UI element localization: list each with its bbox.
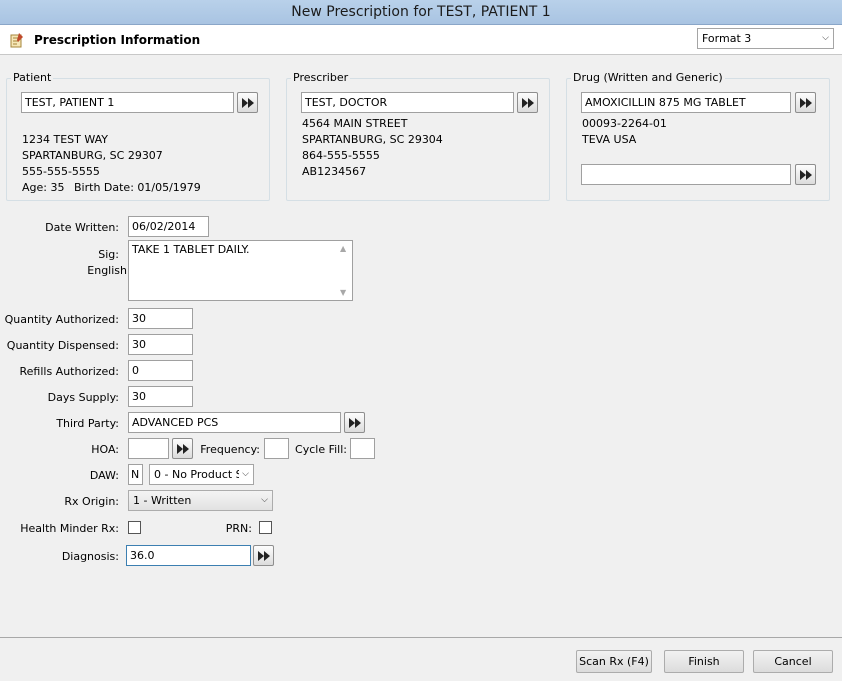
hoa-label: HOA: (91, 443, 119, 456)
date-written-field[interactable]: 06/02/2014 (128, 216, 209, 237)
diagnosis-lookup-button[interactable] (253, 545, 274, 566)
days-supply-label: Days Supply: (47, 391, 119, 404)
qty-authorized-label: Quantity Authorized: (4, 313, 119, 326)
rx-origin-select-value: 1 - Written (133, 494, 192, 507)
cycle-fill-label: Cycle Fill: (295, 443, 347, 456)
daw-label: DAW: (89, 469, 119, 482)
scroll-down-icon[interactable]: ▼ (340, 288, 346, 297)
fast-forward-icon (800, 170, 812, 180)
third-party-lookup-button[interactable] (344, 412, 365, 433)
drug-ndc: 00093-2264-01 (582, 117, 667, 130)
frequency-label: Frequency: (200, 443, 260, 456)
rx-origin-select[interactable]: 1 - Written ⌵ (128, 490, 273, 511)
daw-select-value: 0 - No Product Se (154, 468, 250, 481)
prescription-icon (9, 32, 25, 48)
window-title: New Prescription for TEST, PATIENT 1 (0, 0, 842, 25)
patient-phone: 555-555-5555 (22, 165, 100, 178)
chevron-down-icon: ⌵ (822, 33, 829, 43)
health-minder-checkbox[interactable] (128, 521, 141, 534)
sig-scrollbar[interactable]: ▲ ▼ (337, 242, 351, 299)
frequency-field[interactable] (264, 438, 289, 459)
health-minder-label: Health Minder Rx: (20, 522, 119, 535)
days-supply-field[interactable]: 30 (128, 386, 193, 407)
chevron-down-icon: ⌵ (261, 495, 268, 505)
header-bar: Prescription Information Format 3 ⌵ (0, 25, 842, 55)
fast-forward-icon (242, 98, 254, 108)
prescriber-name-field[interactable]: TEST, DOCTOR (301, 92, 514, 113)
prescriber-phone: 864-555-5555 (302, 149, 380, 162)
generic-drug-field[interactable] (581, 164, 791, 185)
third-party-label: Third Party: (56, 417, 119, 430)
hoa-field[interactable] (128, 438, 169, 459)
finish-button[interactable]: Finish (664, 650, 744, 673)
fast-forward-icon (800, 98, 812, 108)
sig-label: Sig: (98, 248, 119, 261)
prn-checkbox[interactable] (259, 521, 272, 534)
patient-group-label: Patient (11, 71, 54, 84)
daw-select[interactable]: 0 - No Product Se ⌵ (149, 464, 254, 485)
fast-forward-icon (258, 551, 270, 561)
patient-lookup-button[interactable] (237, 92, 258, 113)
sig-text: TAKE 1 TABLET DAILY. (132, 243, 250, 256)
cycle-fill-field[interactable] (350, 438, 375, 459)
prescriber-address2: SPARTANBURG, SC 29304 (302, 133, 443, 146)
qty-dispensed-label: Quantity Dispensed: (6, 339, 119, 352)
fast-forward-icon (349, 418, 361, 428)
diagnosis-label: Diagnosis: (61, 550, 119, 563)
prescriber-id: AB1234567 (302, 165, 367, 178)
date-written-label: Date Written: (45, 221, 119, 234)
patient-birth-date: Birth Date: 01/05/1979 (74, 181, 201, 194)
patient-age: Age: 35 (22, 181, 65, 194)
drug-lookup-button[interactable] (795, 92, 816, 113)
drug-name-field[interactable]: AMOXICILLIN 875 MG TABLET (581, 92, 791, 113)
qty-authorized-field[interactable]: 30 (128, 308, 193, 329)
prescriber-group-label: Prescriber (291, 71, 351, 84)
scroll-up-icon[interactable]: ▲ (340, 244, 346, 253)
rx-origin-label: Rx Origin: (64, 495, 119, 508)
fast-forward-icon (177, 444, 189, 454)
drug-group-label: Drug (Written and Generic) (571, 71, 725, 84)
prn-label: PRN: (225, 522, 252, 535)
hoa-lookup-button[interactable] (172, 438, 193, 459)
cancel-button[interactable]: Cancel (753, 650, 833, 673)
refills-label: Refills Authorized: (19, 365, 119, 378)
fast-forward-icon (522, 98, 534, 108)
diagnosis-field[interactable]: 36.0 (126, 545, 251, 566)
page-title: Prescription Information (34, 33, 201, 47)
format-select-value: Format 3 (702, 32, 752, 45)
chevron-down-icon: ⌵ (239, 465, 249, 484)
sig-textarea[interactable]: TAKE 1 TABLET DAILY. ▲ ▼ (128, 240, 353, 301)
patient-address2: SPARTANBURG, SC 29307 (22, 149, 163, 162)
prescriber-lookup-button[interactable] (517, 92, 538, 113)
refills-field[interactable]: 0 (128, 360, 193, 381)
drug-manufacturer: TEVA USA (582, 133, 637, 146)
sig-language-label: English (87, 264, 127, 277)
footer-bar: Scan Rx (F4) Finish Cancel (0, 637, 842, 681)
scan-rx-button[interactable]: Scan Rx (F4) (576, 650, 652, 673)
qty-dispensed-field[interactable]: 30 (128, 334, 193, 355)
generic-drug-lookup-button[interactable] (795, 164, 816, 185)
patient-address1: 1234 TEST WAY (22, 133, 109, 146)
daw-code-field[interactable]: N (128, 464, 143, 485)
patient-name-field[interactable]: TEST, PATIENT 1 (21, 92, 234, 113)
prescriber-address1: 4564 MAIN STREET (302, 117, 408, 130)
format-select[interactable]: Format 3 ⌵ (697, 28, 834, 49)
third-party-field[interactable]: ADVANCED PCS (128, 412, 341, 433)
